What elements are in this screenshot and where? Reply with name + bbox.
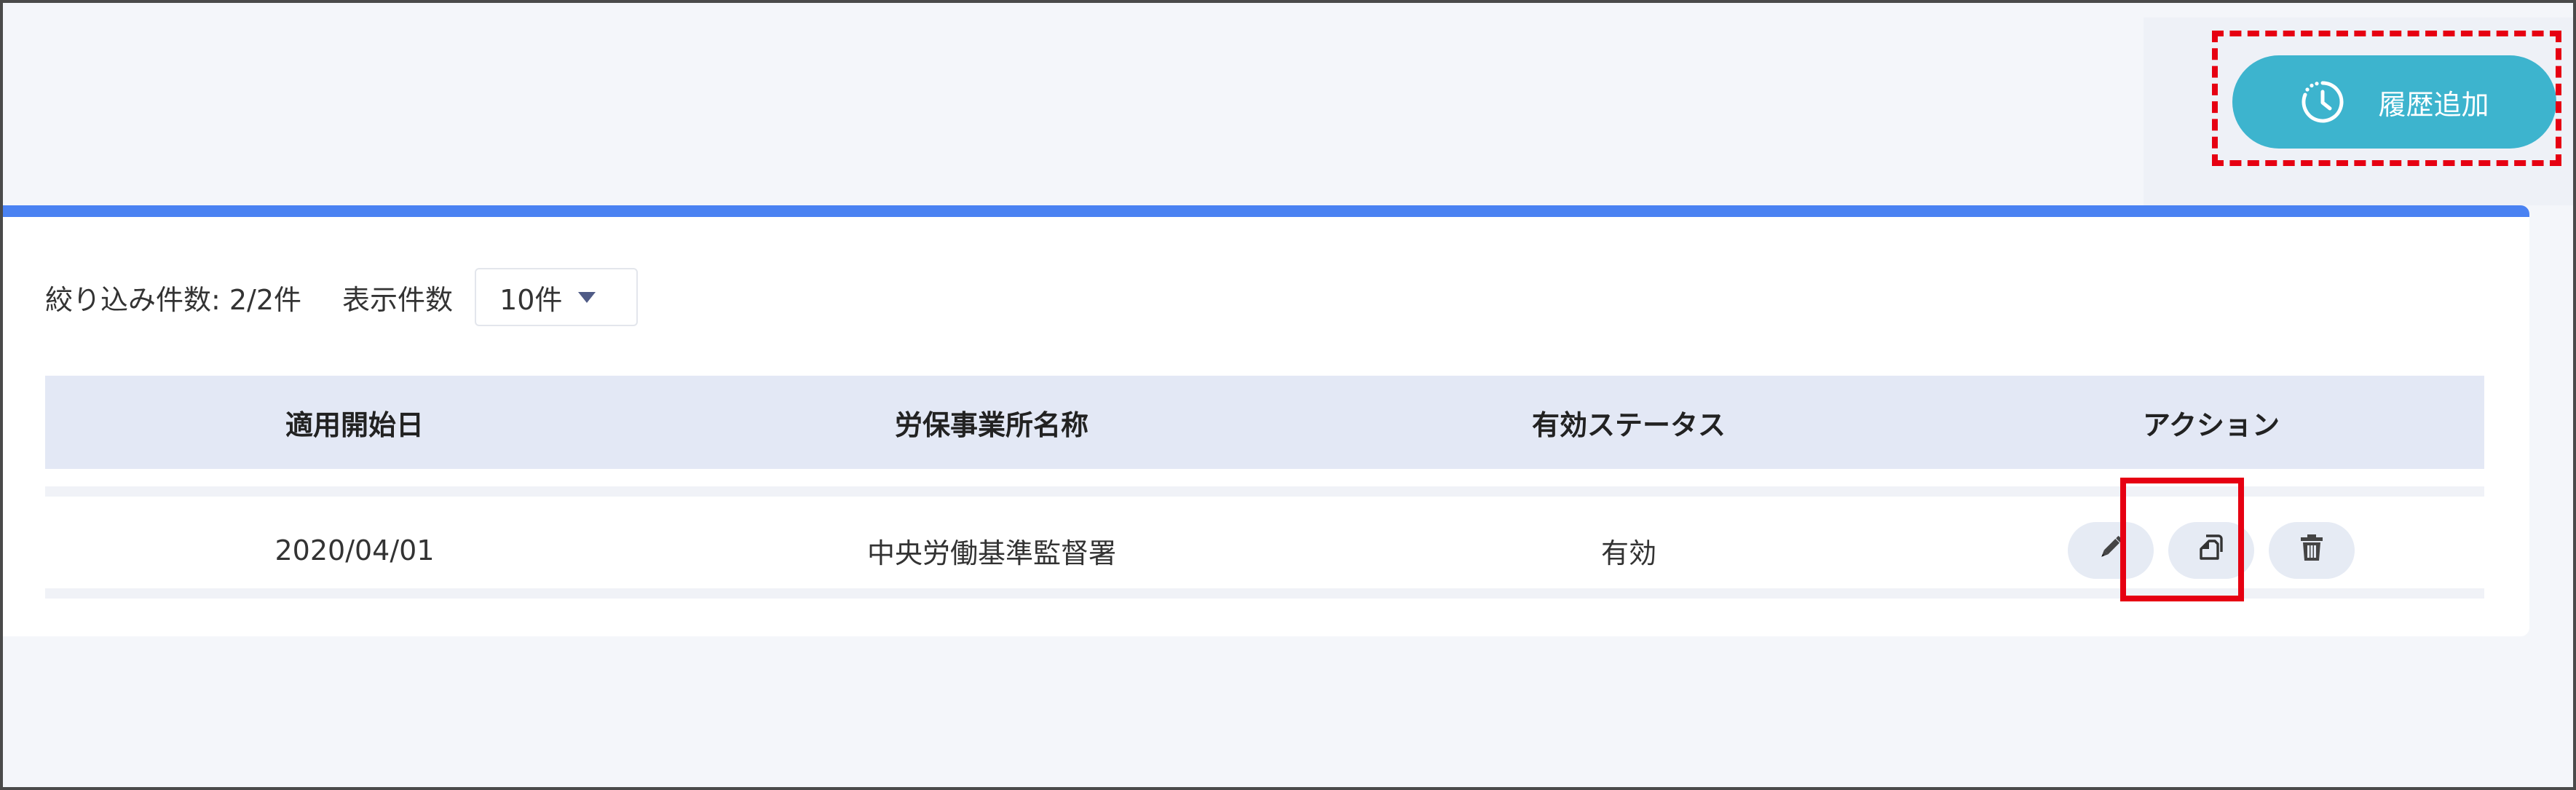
cell-start-date: 2020/04/01 — [274, 534, 435, 566]
filter-count: 絞り込み件数: 2/2件 — [45, 283, 302, 316]
row-separator — [45, 588, 2484, 599]
highlight-copy-box — [2120, 478, 2244, 601]
table-row: 2020/04/01 中央労働基準監督署 有効 — [45, 501, 2484, 600]
table-header: 適用開始日 労保事業所名称 有効ステータス アクション — [45, 376, 2484, 469]
page-size-value: 10件 — [499, 283, 563, 316]
per-page-label: 表示件数 — [342, 283, 454, 316]
row-separator — [45, 486, 2484, 497]
highlight-dashed-box — [2212, 31, 2561, 166]
page-size-select[interactable]: 10件 — [475, 268, 639, 326]
column-header-office-name[interactable]: 労保事業所名称 — [664, 403, 1319, 443]
delete-button[interactable] — [2269, 522, 2355, 579]
column-header-start-date[interactable]: 適用開始日 — [45, 403, 664, 443]
cell-office-name: 中央労働基準監督署 — [866, 537, 1116, 569]
app-frame: 履歴追加 絞り込み件数: 2/2件 表示件数 10件 適用開始日 労保事業所名称… — [0, 0, 2576, 790]
column-header-actions: アクション — [2142, 408, 2280, 441]
filter-bar: 絞り込み件数: 2/2件 表示件数 10件 — [45, 268, 639, 326]
caret-down-icon — [578, 291, 596, 303]
column-header-status[interactable]: 有効ステータス — [1319, 403, 1938, 443]
delete-trash-icon — [2296, 532, 2328, 570]
cell-status: 有効 — [1600, 537, 1656, 569]
